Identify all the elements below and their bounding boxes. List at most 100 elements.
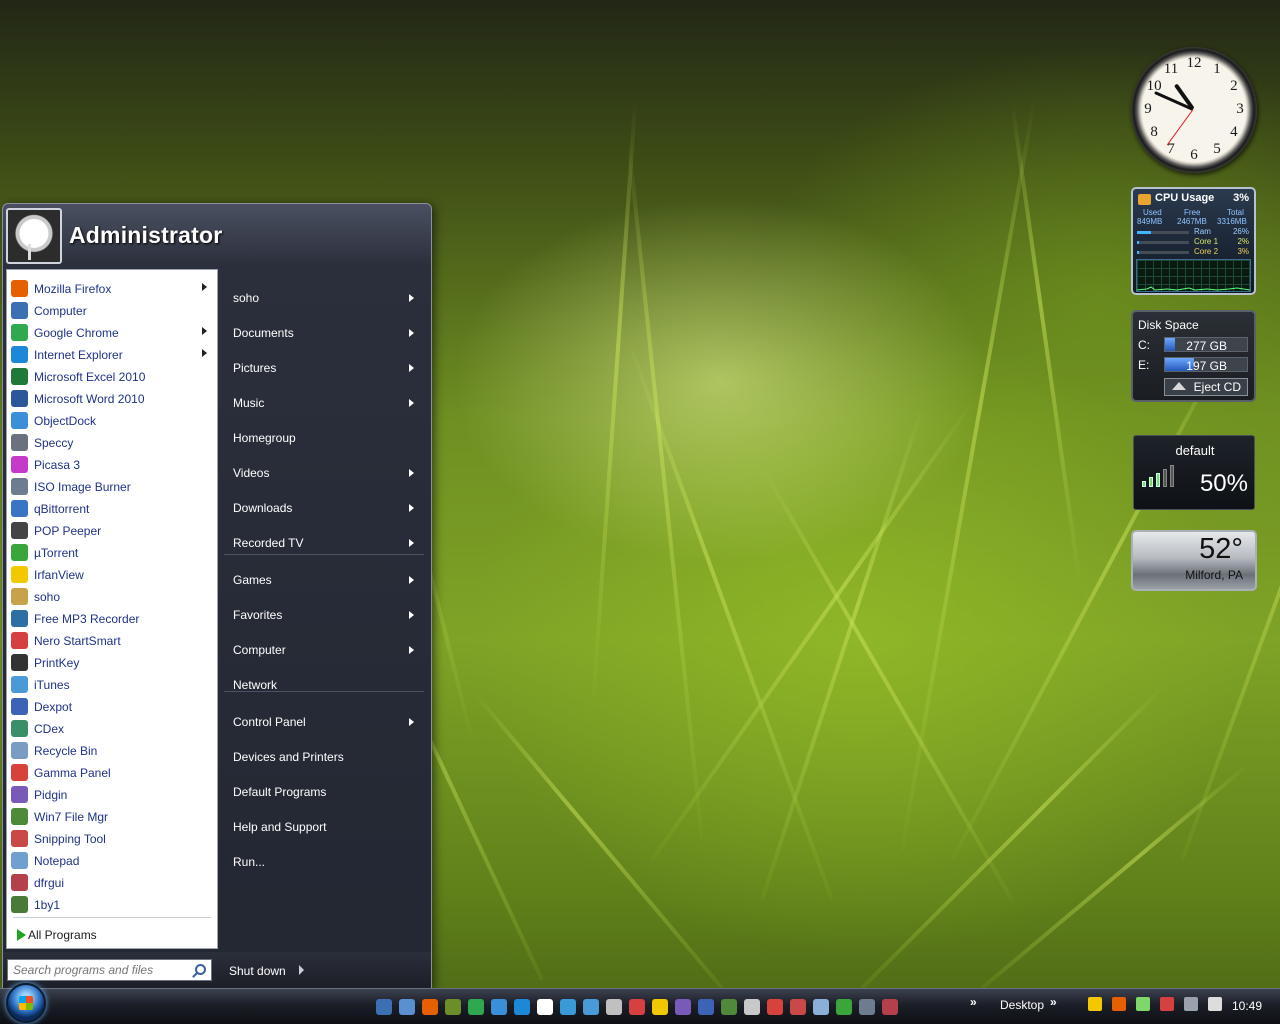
quick-launch-icon[interactable] — [767, 999, 783, 1015]
search-box[interactable] — [7, 959, 212, 981]
place-item[interactable]: Downloads — [222, 493, 424, 523]
quick-launch-icon[interactable] — [583, 999, 599, 1015]
place-item[interactable]: soho — [222, 283, 424, 313]
program-item[interactable]: Recycle Bin — [11, 740, 215, 761]
submenu-arrow-icon[interactable] — [409, 576, 414, 584]
desktop-toolbar-chevron-icon[interactable]: » — [1050, 995, 1057, 1009]
quick-launch-icon[interactable] — [675, 999, 691, 1015]
place-item[interactable]: Control Panel — [222, 707, 424, 737]
place-item[interactable]: Help and Support — [222, 812, 424, 842]
search-icon[interactable] — [195, 964, 206, 975]
submenu-arrow-icon[interactable] — [409, 399, 414, 407]
place-item[interactable]: Homegroup — [222, 423, 424, 453]
desktop-toolbar-label[interactable]: Desktop — [1000, 998, 1044, 1012]
place-item[interactable]: Favorites — [222, 600, 424, 630]
all-programs-button[interactable]: All Programs — [17, 926, 97, 944]
quick-launch-icon[interactable] — [376, 999, 392, 1015]
submenu-arrow-icon[interactable] — [409, 718, 414, 726]
quick-launch-icon[interactable] — [859, 999, 875, 1015]
program-item[interactable]: PrintKey — [11, 652, 215, 673]
submenu-arrow-icon[interactable] — [409, 646, 414, 654]
tray-icon[interactable] — [1136, 997, 1150, 1011]
eject-cd-button[interactable]: Eject CD — [1164, 378, 1248, 396]
program-item[interactable]: µTorrent — [11, 542, 215, 563]
tray-icon[interactable] — [1160, 997, 1174, 1011]
program-item[interactable]: Win7 File Mgr — [11, 806, 215, 827]
quick-launch-icon[interactable] — [882, 999, 898, 1015]
program-item[interactable]: Microsoft Word 2010 — [11, 388, 215, 409]
shut-down-button[interactable]: Shut down — [229, 962, 286, 980]
quick-launch-icon[interactable] — [537, 999, 553, 1015]
quick-launch-icon[interactable] — [445, 999, 461, 1015]
program-item[interactable]: Google Chrome — [11, 322, 215, 343]
program-item[interactable]: Microsoft Excel 2010 — [11, 366, 215, 387]
program-item[interactable]: Gamma Panel — [11, 762, 215, 783]
clock-gadget[interactable]: 1 2 3 4 5 6 7 8 9 10 11 12 — [1131, 47, 1257, 173]
place-item[interactable]: Network — [222, 670, 424, 700]
quick-launch-icon[interactable] — [606, 999, 622, 1015]
quick-launch-icon[interactable] — [744, 999, 760, 1015]
quick-launch-icon[interactable] — [813, 999, 829, 1015]
program-item[interactable]: Snipping Tool — [11, 828, 215, 849]
quick-launch-icon[interactable] — [790, 999, 806, 1015]
place-item[interactable]: Pictures — [222, 353, 424, 383]
quick-launch-icon[interactable] — [560, 999, 576, 1015]
quick-launch-icon[interactable] — [422, 999, 438, 1015]
place-item[interactable]: Games — [222, 565, 424, 595]
program-item[interactable]: POP Peeper — [11, 520, 215, 541]
submenu-arrow-icon[interactable] — [202, 283, 207, 291]
program-item[interactable]: CDex — [11, 718, 215, 739]
program-item[interactable]: IrfanView — [11, 564, 215, 585]
taskbar-clock[interactable]: 10:49 — [1232, 999, 1262, 1013]
submenu-arrow-icon[interactable] — [409, 611, 414, 619]
quick-launch-icon[interactable] — [491, 999, 507, 1015]
program-item[interactable]: 1by1 — [11, 894, 215, 915]
place-item[interactable]: Music — [222, 388, 424, 418]
program-item[interactable]: Mozilla Firefox — [11, 278, 215, 299]
shut-down-options-arrow-icon[interactable] — [299, 965, 304, 975]
submenu-arrow-icon[interactable] — [202, 327, 207, 335]
start-button[interactable] — [6, 983, 46, 1023]
weather-gadget[interactable]: 52° Milford, PA — [1131, 530, 1257, 591]
tray-icon[interactable] — [1088, 997, 1102, 1011]
submenu-arrow-icon[interactable] — [409, 364, 414, 372]
wifi-signal-gadget[interactable]: default 50% — [1133, 435, 1255, 510]
tray-icon[interactable] — [1208, 997, 1222, 1011]
place-item[interactable]: Videos — [222, 458, 424, 488]
program-item[interactable]: Picasa 3 — [11, 454, 215, 475]
quick-launch-icon[interactable] — [514, 999, 530, 1015]
tray-icon[interactable] — [1184, 997, 1198, 1011]
user-picture[interactable] — [6, 208, 62, 264]
submenu-arrow-icon[interactable] — [409, 504, 414, 512]
program-item[interactable]: Speccy — [11, 432, 215, 453]
quick-launch-icon[interactable] — [399, 999, 415, 1015]
quick-launch-icon[interactable] — [698, 999, 714, 1015]
submenu-arrow-icon[interactable] — [202, 349, 207, 357]
submenu-arrow-icon[interactable] — [409, 539, 414, 547]
place-item[interactable]: Run... — [222, 847, 424, 877]
quick-launch-icon[interactable] — [836, 999, 852, 1015]
submenu-arrow-icon[interactable] — [409, 294, 414, 302]
program-item[interactable]: iTunes — [11, 674, 215, 695]
submenu-arrow-icon[interactable] — [409, 469, 414, 477]
program-item[interactable]: soho — [11, 586, 215, 607]
search-input[interactable] — [13, 963, 183, 977]
program-item[interactable]: Dexpot — [11, 696, 215, 717]
program-item[interactable]: ISO Image Burner — [11, 476, 215, 497]
program-item[interactable]: Pidgin — [11, 784, 215, 805]
place-item[interactable]: Computer — [222, 635, 424, 665]
quick-launch-icon[interactable] — [629, 999, 645, 1015]
submenu-arrow-icon[interactable] — [409, 329, 414, 337]
place-item[interactable]: Devices and Printers — [222, 742, 424, 772]
quick-launch-overflow-chevron-icon[interactable]: » — [970, 995, 977, 1009]
quick-launch-icon[interactable] — [468, 999, 484, 1015]
program-item[interactable]: Free MP3 Recorder — [11, 608, 215, 629]
program-item[interactable]: Computer — [11, 300, 215, 321]
program-item[interactable]: dfrgui — [11, 872, 215, 893]
tray-icon[interactable] — [1112, 997, 1126, 1011]
place-item[interactable]: Default Programs — [222, 777, 424, 807]
disk-space-gadget[interactable]: Disk Space C: 277 GB E: 197 GB Eject CD — [1131, 310, 1256, 402]
program-item[interactable]: Internet Explorer — [11, 344, 215, 365]
program-item[interactable]: ObjectDock — [11, 410, 215, 431]
program-item[interactable]: Notepad — [11, 850, 215, 871]
